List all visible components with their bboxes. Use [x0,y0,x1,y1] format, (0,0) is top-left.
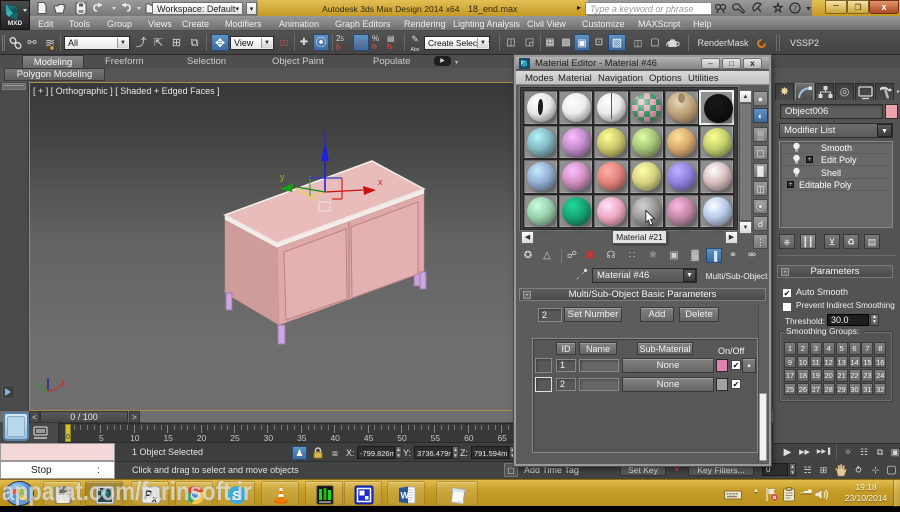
svg-text:?: ? [793,4,797,13]
svg-text:W: W [401,491,410,501]
svg-text:x: x [378,177,383,187]
svg-text:y: y [280,172,285,182]
